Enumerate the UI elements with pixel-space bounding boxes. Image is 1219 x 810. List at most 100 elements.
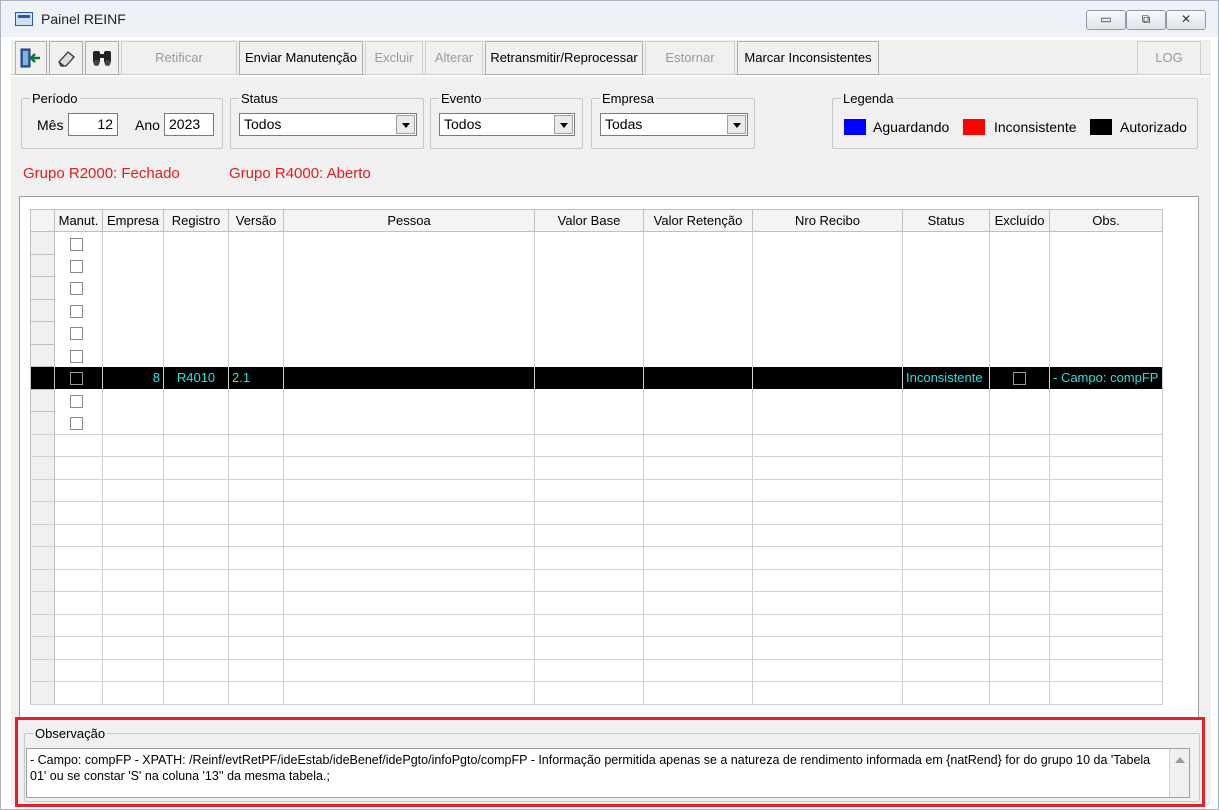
row-header[interactable] — [30, 388, 55, 412]
row-header[interactable] — [30, 231, 55, 255]
excluido-checkbox[interactable] — [1013, 372, 1026, 386]
excluir-button[interactable]: Excluir — [365, 41, 423, 75]
selected-table-row[interactable]: 8 R4010 2.1 Inconsistente - Campo: compF… — [30, 366, 1163, 390]
log-button[interactable]: LOG — [1137, 41, 1201, 75]
row-header[interactable] — [30, 321, 55, 345]
empresa-select[interactable]: Todas — [600, 113, 748, 136]
table-row[interactable] — [30, 388, 1163, 412]
table-row[interactable] — [30, 253, 1163, 277]
row-header[interactable] — [30, 366, 55, 390]
restore-button[interactable]: ⧉ — [1126, 10, 1166, 30]
title-bar: Painel REINF ▭ ⧉ ✕ — [1, 1, 1218, 37]
cell-versao: 2.1 — [228, 366, 284, 389]
exit-door-icon[interactable] — [15, 41, 47, 75]
cell-obs: - Campo: compFP — [1049, 366, 1163, 389]
row-header[interactable] — [30, 276, 55, 300]
eraser-icon[interactable] — [49, 41, 83, 75]
empty-row — [30, 546, 1163, 570]
manut-checkbox[interactable] — [70, 327, 83, 341]
col-manut[interactable]: Manut. — [54, 209, 103, 232]
ano-field[interactable]: 2023 — [164, 113, 214, 136]
grupo-r4000-status: Grupo R4000: Aberto — [229, 165, 371, 182]
col-pessoa[interactable]: Pessoa — [283, 209, 535, 232]
inconsistente-swatch — [963, 119, 985, 135]
table-row[interactable] — [30, 343, 1163, 367]
col-valor-retencao[interactable]: Valor Retenção — [643, 209, 753, 232]
estornar-button[interactable]: Estornar — [645, 41, 735, 75]
main-panel: Período Mês 12 Ano 2023 Status Todos Eve… — [11, 77, 1211, 805]
table-row[interactable] — [30, 321, 1163, 345]
col-empresa[interactable]: Empresa — [102, 209, 164, 232]
legenda-legend: Legenda — [843, 91, 894, 106]
empty-row — [30, 636, 1163, 660]
table-row[interactable] — [30, 411, 1163, 435]
minimize-button[interactable]: ▭ — [1086, 10, 1126, 30]
alterar-button[interactable]: Alterar — [425, 41, 483, 75]
mes-field[interactable]: 12 — [68, 113, 118, 136]
observacao-textarea[interactable]: - Campo: compFP - XPATH: /Reinf/evtRetPF… — [26, 748, 1190, 798]
autorizado-label: Autorizado — [1120, 119, 1187, 135]
cell-valor-base — [534, 366, 644, 389]
col-valor-base[interactable]: Valor Base — [534, 209, 644, 232]
events-grid[interactable]: Manut. Empresa Registro Versão Pessoa Va… — [19, 196, 1199, 786]
empresa-select-value: Todas — [605, 116, 643, 132]
close-button[interactable]: ✕ — [1166, 10, 1206, 30]
cell-nro-recibo — [752, 366, 903, 389]
mes-label: Mês — [37, 117, 64, 133]
manut-checkbox[interactable] — [70, 417, 83, 431]
manut-checkbox[interactable] — [70, 282, 83, 296]
col-obs[interactable]: Obs. — [1049, 209, 1163, 232]
empty-row — [30, 613, 1163, 637]
empty-row — [30, 658, 1163, 682]
chevron-down-icon[interactable] — [727, 115, 746, 134]
scroll-up-icon[interactable] — [1169, 749, 1189, 797]
observacao-text: - Campo: compFP - XPATH: /Reinf/evtRetPF… — [30, 753, 1151, 783]
manut-checkbox[interactable] — [70, 304, 83, 318]
empty-row — [30, 681, 1163, 705]
col-nro-recibo[interactable]: Nro Recibo — [752, 209, 903, 232]
autorizado-swatch — [1090, 119, 1112, 135]
col-excluido[interactable]: Excluído — [989, 209, 1050, 232]
grupo-r2000-status: Grupo R2000: Fechado — [23, 165, 180, 182]
col-versao[interactable]: Versão — [228, 209, 284, 232]
manut-checkbox[interactable] — [70, 349, 83, 363]
cell-valor-retencao — [643, 366, 753, 389]
marcar-inconsistentes-button[interactable]: Marcar Inconsistentes — [737, 41, 879, 75]
evento-select[interactable]: Todos — [439, 113, 575, 136]
aguardando-swatch — [844, 119, 866, 135]
empresa-legend: Empresa — [602, 91, 655, 106]
row-header[interactable] — [30, 253, 55, 277]
manut-checkbox[interactable] — [70, 259, 83, 273]
chevron-down-icon[interactable] — [396, 115, 415, 134]
cell-empresa: 8 — [102, 366, 164, 389]
manut-checkbox[interactable] — [70, 237, 83, 251]
col-registro[interactable]: Registro — [163, 209, 229, 232]
status-legend: Status — [241, 91, 278, 106]
cell-pessoa — [283, 366, 535, 389]
row-header[interactable] — [30, 411, 55, 435]
retransmitir-button[interactable]: Retransmitir/Reprocessar — [485, 41, 643, 75]
enviar-manutencao-button[interactable]: Enviar Manutenção — [239, 41, 363, 75]
table-row[interactable] — [30, 298, 1163, 322]
grid-header: Manut. Empresa Registro Versão Pessoa Va… — [30, 209, 1163, 232]
inconsistente-label: Inconsistente — [994, 119, 1077, 135]
evento-legend: Evento — [441, 91, 482, 106]
grid-corner — [30, 209, 55, 232]
empty-row — [30, 456, 1163, 480]
row-header[interactable] — [30, 343, 55, 367]
row-header[interactable] — [30, 298, 55, 322]
observacao-legend: Observação — [35, 726, 106, 741]
toolbar: Retificar Enviar Manutenção Excluir Alte… — [11, 39, 1211, 75]
empty-row — [30, 568, 1163, 592]
binoculars-icon[interactable] — [85, 41, 119, 75]
retificar-button[interactable]: Retificar — [121, 41, 237, 75]
manut-checkbox[interactable] — [70, 394, 83, 408]
col-status[interactable]: Status — [902, 209, 990, 232]
manut-checkbox[interactable] — [70, 372, 83, 386]
evento-select-value: Todos — [444, 116, 482, 132]
table-row[interactable] — [30, 231, 1163, 255]
status-select[interactable]: Todos — [239, 113, 417, 136]
empty-row — [30, 523, 1163, 547]
table-row[interactable] — [30, 276, 1163, 300]
chevron-down-icon[interactable] — [554, 115, 573, 134]
